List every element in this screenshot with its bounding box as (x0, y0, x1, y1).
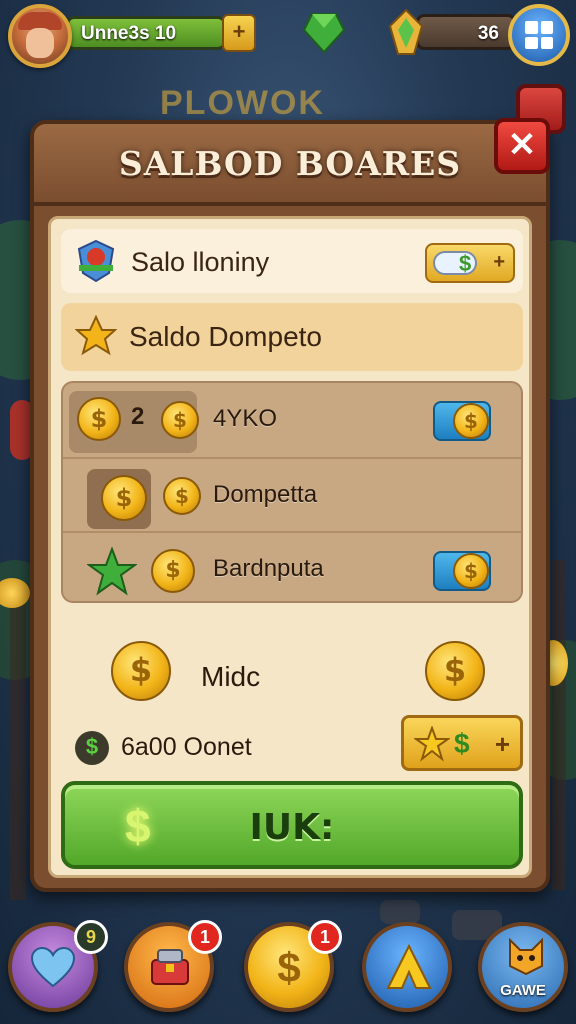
nav-coin-button[interactable]: $ 1 (244, 920, 342, 1012)
green-star-icon (87, 547, 137, 596)
nav-badge: 9 (74, 920, 108, 954)
dollar-badge-icon: $ (75, 731, 109, 765)
arrow-up-icon (386, 944, 432, 989)
reward-label: Midc (201, 661, 261, 692)
panel-title: SALBOD BOARES (118, 144, 462, 183)
list-item-label: Bardnputa (213, 555, 324, 582)
chest-icon (151, 949, 189, 985)
coin-icon: $ (453, 403, 489, 439)
add-level-button[interactable]: + (222, 14, 256, 52)
dollar-icon: $ (454, 728, 470, 759)
reward-add-button[interactable]: $ + (401, 715, 523, 771)
list-item-label: 4YKO (213, 405, 278, 432)
large-coin-icon: $ (425, 641, 485, 701)
plus-icon: + (493, 251, 505, 273)
heart-icon (30, 946, 76, 988)
player-level-bar: Unne3s 10 (66, 16, 226, 50)
list-item-count: 2 (131, 403, 145, 430)
balance-row[interactable]: Salo lloniny $ + (61, 229, 523, 293)
panel-body: Salo lloniny $ + Saldo Dompeto $ 2 $ 4YK… (48, 216, 532, 878)
large-coin-icon: $ (111, 641, 171, 701)
highlight-row-label: Saldo Dompeto (129, 321, 323, 352)
gold-block-icon (75, 315, 117, 356)
background-title: PLOWOK (160, 84, 325, 122)
player-avatar[interactable] (8, 4, 72, 68)
coin-icon: $ (161, 401, 199, 439)
bottom-nav: 9 1 $ 1 GAWE (0, 908, 576, 1024)
nav-badge: 1 (188, 920, 222, 954)
highlight-row[interactable]: Saldo Dompeto (61, 303, 523, 371)
nav-label: GAWE (500, 982, 546, 999)
dollar-icon: $ (459, 251, 472, 276)
nav-game-button[interactable]: GAWE (478, 922, 568, 1012)
reward-amount-label: 6a00 Oonet (121, 733, 252, 761)
coin-icon: $ (151, 549, 195, 593)
coin-icon: $ (77, 397, 121, 441)
list-item[interactable]: $ Bardnputa $ (63, 531, 521, 605)
nav-heart-button[interactable]: 9 (8, 920, 108, 1012)
reward-list: $ 2 $ 4YKO $ $ $ Dompetta $ Bardnputa $ (61, 381, 523, 603)
nav-badge: 1 (308, 920, 342, 954)
nav-upgrade-button[interactable] (362, 922, 452, 1012)
top-hud: Unne3s 10 + 36 (0, 0, 576, 80)
list-item-label: Dompetta (213, 481, 318, 508)
green-gem-icon[interactable] (302, 10, 346, 54)
player-name: Unne3s 10 (81, 23, 177, 44)
toggle-switch[interactable]: $ (433, 401, 491, 441)
toggle-switch[interactable]: $ (433, 551, 491, 591)
star-icon (414, 726, 450, 762)
balance-row-label: Salo lloniny (131, 247, 270, 277)
avatar-face (26, 28, 54, 58)
close-button[interactable]: ✕ (494, 118, 550, 174)
balance-add-button[interactable]: $ + (425, 243, 515, 283)
reward-section: $ Midc $ $ 6a00 Oonet $ + (61, 615, 523, 775)
crystal-icon (388, 8, 424, 55)
currency-amount: 36 (477, 23, 499, 44)
crest-icon (77, 239, 115, 283)
ok-button-label: IUK: (249, 807, 335, 848)
list-item[interactable]: $ $ Dompetta (63, 457, 521, 531)
grid-icon (525, 21, 553, 49)
main-panel: SALBOD BOARES Salo lloniny $ + Saldo Dom… (30, 120, 550, 892)
plus-icon: + (494, 729, 510, 759)
panel-header: SALBOD BOARES (34, 124, 546, 206)
nav-chest-button[interactable]: 1 (124, 920, 222, 1012)
ok-button[interactable]: $ IUK: (61, 781, 523, 869)
list-item[interactable]: $ 2 $ 4YKO $ (63, 383, 521, 457)
coin-icon: $ (453, 553, 489, 589)
cat-icon (509, 937, 543, 976)
coin-icon: $ (101, 475, 147, 521)
menu-button[interactable] (508, 4, 570, 66)
coin-icon: $ (163, 477, 201, 515)
currency-bar: 36 (416, 14, 516, 50)
